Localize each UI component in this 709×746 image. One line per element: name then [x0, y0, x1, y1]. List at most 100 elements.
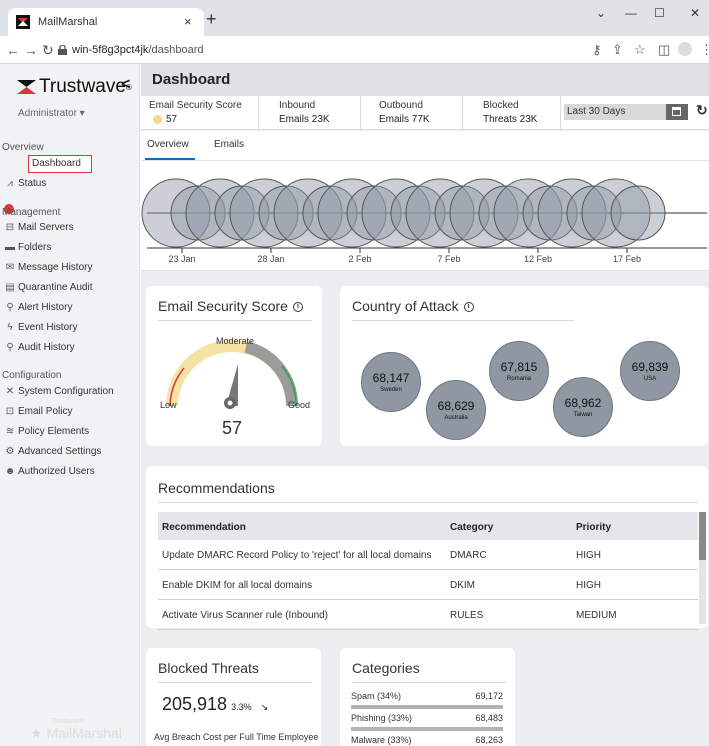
- menu-dots-icon[interactable]: ⋮: [700, 42, 709, 58]
- sidebar-item-label: Advanced Settings: [18, 446, 102, 457]
- user-role-dropdown[interactable]: Administrator ▾: [18, 108, 85, 119]
- country-bubble[interactable]: 68,147 Sweden: [361, 352, 421, 412]
- sidebar-item-label: Mail Servers: [18, 222, 74, 233]
- address-bar: ← → ↻ win-5f8g3pct4jk/dashboard ⚷ ⇪ ☆ ◫ …: [0, 36, 709, 64]
- table-row[interactable]: Activate Virus Scanner rule (Inbound) RU…: [158, 600, 698, 630]
- sidebar-item-label: Quarantine Audit: [18, 282, 93, 293]
- url-host: win-5f8g3pct4jk: [72, 44, 149, 56]
- sidebar-item-event-history[interactable]: ϟ Event History: [2, 319, 134, 337]
- stat-email-security-score[interactable]: Email Security Score 57: [141, 96, 259, 130]
- tab-search-chevron-icon[interactable]: ⌄: [596, 6, 606, 20]
- section-overview: Overview: [2, 142, 44, 153]
- security-score-value: 57: [222, 418, 243, 438]
- sidebar-item-email-policy[interactable]: ⊡ Email Policy: [2, 403, 134, 421]
- stat-label: Email Security Score: [149, 100, 242, 111]
- table-header: Recommendation Category Priority: [158, 512, 698, 540]
- window-close-icon[interactable]: ✕: [690, 6, 700, 20]
- stat-label: Blocked: [483, 100, 519, 111]
- collapse-sidebar-icon[interactable]: <: [121, 76, 130, 94]
- calendar-button[interactable]: [666, 104, 688, 120]
- sidebar-item-folders[interactable]: ▬ Folders: [2, 239, 134, 257]
- gears-icon: ⚙: [5, 446, 15, 457]
- gauge-level-label: Moderate: [216, 336, 255, 346]
- share-icon[interactable]: ⇪: [612, 42, 623, 58]
- stat-blocked[interactable]: Blocked Threats 23K: [463, 96, 561, 130]
- sidebar-item-label: Folders: [18, 242, 52, 253]
- side-panel-icon[interactable]: ◫: [658, 42, 670, 58]
- sidebar: Trustwave ® < Administrator ▾ Overview Da…: [0, 64, 140, 746]
- sidebar-item-advanced-settings[interactable]: ⚙ Advanced Settings: [2, 443, 134, 461]
- category-row[interactable]: Phishing (33%) 68,483: [351, 713, 503, 731]
- sidebar-item-label: Authorized Users: [18, 466, 95, 477]
- email-security-score-card: Email Security Score i Moderate Low Good …: [146, 286, 322, 446]
- category-bar: [351, 705, 503, 709]
- breach-cost-label: Avg Breach Cost per Full Time Employee: [154, 732, 319, 742]
- stat-inbound[interactable]: Inbound Emails 23K: [259, 96, 361, 130]
- sidebar-item-audit-history[interactable]: ⚲ Audit History: [2, 339, 134, 357]
- country-bubble[interactable]: 68,962 Taiwan: [553, 377, 613, 437]
- tabs: Overview Emails: [141, 131, 709, 161]
- stat-outbound[interactable]: Outbound Emails 77K: [361, 96, 463, 130]
- card-title: Email Security Score i: [158, 298, 303, 314]
- browser-tab[interactable]: MailMarshal ×: [8, 8, 204, 36]
- close-tab-icon[interactable]: ×: [184, 14, 192, 29]
- sidebar-item-quarantine-audit[interactable]: ▤ Quarantine Audit: [2, 279, 134, 297]
- timeline-bubble[interactable]: [610, 185, 666, 241]
- reload-icon[interactable]: ↻: [42, 42, 54, 59]
- tab-emails[interactable]: Emails: [214, 139, 244, 150]
- minimize-icon[interactable]: —: [625, 6, 637, 20]
- sidebar-item-mail-servers[interactable]: ⊟ Mail Servers: [2, 219, 134, 237]
- category-row[interactable]: Malware (33%) 68,263: [351, 735, 503, 745]
- categories-card: Categories Spam (34%) 69,172 Phishing (33…: [340, 648, 515, 746]
- sidebar-item-system-configuration[interactable]: ✕ System Configuration: [2, 383, 134, 401]
- url-path: /dashboard: [148, 44, 204, 56]
- document-icon: ▤: [5, 282, 15, 293]
- table-row[interactable]: Update DMARC Record Policy to 'reject' f…: [158, 540, 698, 570]
- sidebar-item-dashboard[interactable]: Dashboard: [28, 155, 92, 173]
- new-tab-button[interactable]: +: [206, 9, 217, 30]
- search-icon: ⚲: [6, 342, 14, 353]
- main-content: Dashboard Email Security Score 57 Inboun…: [141, 64, 709, 746]
- country-bubble[interactable]: 67,815 Romania: [489, 341, 549, 401]
- tools-icon: ✕: [5, 386, 15, 397]
- table-scrollbar-thumb[interactable]: [699, 512, 706, 560]
- server-icon: ⊟: [5, 222, 15, 233]
- search-icon: ⚲: [6, 302, 14, 313]
- refresh-icon[interactable]: ↻: [696, 102, 708, 119]
- profile-avatar[interactable]: [678, 42, 692, 56]
- sidebar-item-label: Status: [18, 178, 47, 189]
- table-row[interactable]: Enable DKIM for all local domains DKIM H…: [158, 570, 698, 600]
- country-bubble[interactable]: 69,839 USA: [620, 341, 680, 401]
- url-field[interactable]: win-5f8g3pct4jk/dashboard: [58, 40, 578, 60]
- stat-label: Inbound: [279, 100, 316, 111]
- info-icon[interactable]: i: [292, 302, 303, 313]
- card-divider: [352, 682, 506, 683]
- footer-brand-small: Trustwave: [52, 718, 85, 725]
- country-of-attack-card: Country of Attack i 68,147 Sweden 68,629 Au…: [340, 286, 708, 446]
- timeline-tick-label: 17 Feb: [613, 254, 641, 264]
- sidebar-item-alert-history[interactable]: ⚲ Alert History: [2, 299, 134, 317]
- sidebar-item-status[interactable]: ⩘ Status: [2, 175, 134, 193]
- category-row[interactable]: Spam (34%) 69,172: [351, 691, 503, 709]
- forward-icon[interactable]: →: [24, 42, 38, 58]
- info-icon[interactable]: i: [463, 302, 474, 313]
- country-bubble[interactable]: 68,629 Australia: [426, 380, 486, 440]
- inbox-icon: ⊡: [5, 406, 15, 417]
- back-icon[interactable]: ←: [6, 42, 20, 58]
- key-icon[interactable]: ⚷: [592, 42, 602, 58]
- card-divider: [352, 320, 574, 321]
- tab-overview[interactable]: Overview: [147, 139, 189, 150]
- page-header: Dashboard: [141, 64, 709, 96]
- maximize-icon[interactable]: ☐: [654, 6, 665, 20]
- sidebar-item-policy-elements[interactable]: ≋ Policy Elements: [2, 423, 134, 441]
- timeline-tick-label: 28 Jan: [257, 254, 284, 264]
- sidebar-item-label: Dashboard: [32, 158, 81, 169]
- stat-value: Emails 77K: [379, 114, 430, 125]
- brand-name: Trustwave: [39, 76, 126, 97]
- lightning-icon: ϟ: [7, 322, 13, 333]
- stat-value: Threats 23K: [483, 114, 538, 125]
- sidebar-item-authorized-users[interactable]: ☻ Authorized Users: [2, 463, 134, 481]
- sidebar-item-message-history[interactable]: ✉ Message History: [2, 259, 134, 277]
- folder-icon: ▬: [5, 242, 15, 253]
- star-icon[interactable]: ☆: [634, 42, 646, 58]
